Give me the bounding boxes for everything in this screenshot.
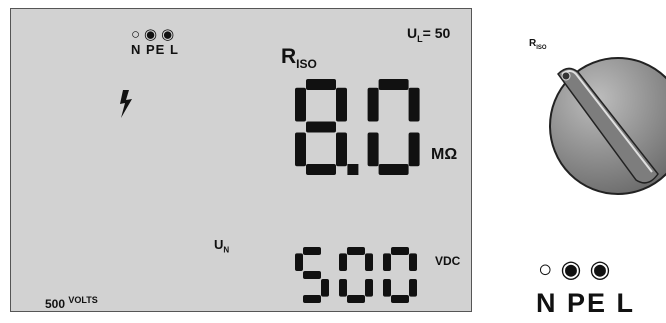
rotary-switch[interactable] <box>548 56 666 196</box>
segment-a <box>303 247 321 255</box>
segment-f <box>383 253 391 271</box>
segment-c <box>336 132 347 167</box>
segment-c <box>408 132 420 167</box>
segment-b <box>336 87 347 122</box>
terminal-indicator-labels: N PE L <box>131 42 179 57</box>
segment-d <box>303 295 321 303</box>
segment-c <box>409 279 417 297</box>
segment-e <box>295 132 306 167</box>
test-voltage-unit: VDC <box>435 254 461 268</box>
segment-e <box>339 279 347 297</box>
segment-a <box>391 247 409 255</box>
segment-d <box>347 295 365 303</box>
segment-c <box>321 279 329 297</box>
limit-voltage-readout: UL= 50 <box>407 25 451 44</box>
segment-d <box>306 164 336 175</box>
main-reading-unit: MΩ <box>431 146 458 163</box>
rotary-switch-label: RISO <box>529 38 547 51</box>
segment-d <box>378 164 409 175</box>
lcd-display: ○◉◉ N PE L UL= 50 RISO MΩ UN VDC 500 VOL… <box>10 8 472 312</box>
terminal-panel-labels: N PE L <box>536 288 636 318</box>
segment-f <box>367 87 379 122</box>
segment-f <box>339 253 347 271</box>
segment-e <box>367 132 379 167</box>
segment-a <box>306 79 336 90</box>
segment-g <box>303 271 321 279</box>
lightning-icon <box>120 90 132 118</box>
segment-d <box>391 295 409 303</box>
segment-c <box>365 279 373 297</box>
terminal-indicator-symbols: ○◉◉ <box>131 26 179 43</box>
segment-b <box>408 87 420 122</box>
terminal-panel-symbols: ○◉◉ <box>538 256 619 283</box>
volts-readout: 500 VOLTS <box>45 295 98 311</box>
segment-b <box>365 253 373 271</box>
segment-a <box>347 247 365 255</box>
function-label: RISO <box>281 45 317 72</box>
segment-a <box>378 79 409 90</box>
segment-b <box>409 253 417 271</box>
nominal-voltage-label: UN <box>214 237 230 255</box>
test-voltage-digits <box>295 247 417 303</box>
segment-g <box>306 121 336 133</box>
decimal-point <box>347 164 359 175</box>
segment-e <box>383 279 391 297</box>
segment-f <box>295 87 306 122</box>
segment-f <box>295 253 303 271</box>
main-reading-digits <box>295 79 420 175</box>
